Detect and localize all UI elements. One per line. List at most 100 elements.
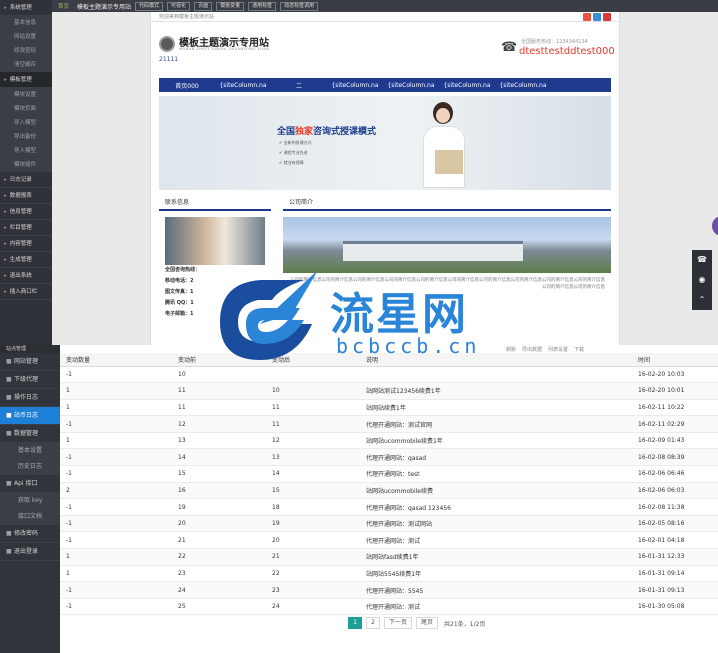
toolbar-button[interactable]: 页面 — [194, 1, 213, 11]
top-sidebar-item[interactable]: 基本信息 — [0, 16, 52, 30]
table-cell: 代理开通网站：测试网站 — [360, 515, 632, 533]
toolbar-button[interactable]: 可视化 — [167, 1, 191, 11]
top-sidebar-group[interactable]: ▸ 退出系统 — [0, 268, 52, 284]
table-row[interactable]: 1 11 10 站网站测试123456续费1年 16-02-20 10:01 — [60, 382, 718, 400]
table-row[interactable]: -1 20 19 代理开通网站：测试网站 16-02-05 08:16 — [60, 515, 718, 533]
export-button[interactable]: 导出数据 — [522, 346, 542, 353]
chevron-icon: ▸ — [4, 225, 7, 231]
top-sidebar-item[interactable]: 导出备份 — [0, 130, 52, 144]
table-cell: 19 — [172, 498, 266, 516]
sidebar-subitem[interactable]: 接口文档 — [0, 509, 60, 525]
sidebar-item[interactable]: ■ 修改密码 — [0, 525, 60, 543]
top-sidebar-item[interactable]: 清空缓存 — [0, 58, 52, 72]
sidebar-item[interactable]: ■ 退出登录 — [0, 543, 60, 561]
next-page-button[interactable]: 下一页 — [384, 617, 413, 629]
sidebar-item[interactable]: ■ 网站管理 — [0, 353, 60, 371]
top-sidebar-group[interactable]: ▸ 生成管理 — [0, 252, 52, 268]
table-cell: 代理开通网站：测试 — [360, 598, 632, 616]
table-row[interactable]: 1 23 22 站网站5545续费1年 16-01-31 09:14 — [60, 565, 718, 583]
top-sidebar-item[interactable]: 模块页面 — [0, 102, 52, 116]
table-cell: 19 — [266, 515, 360, 533]
top-sidebar-item[interactable]: 网站设置 — [0, 30, 52, 44]
top-sidebar-group[interactable]: ▸ 内容管理 — [0, 236, 52, 252]
top-toolbar: 首页 模板主题演示专用站 代码模式 可视化 页面 模板变量 通用标签 动态标签调… — [52, 0, 718, 12]
table-cell: 16-02-01 04:18 — [632, 531, 718, 550]
column-settings-button[interactable]: 列表设置 — [548, 346, 568, 353]
table-cell: 22 — [172, 548, 266, 566]
qq-icon[interactable] — [593, 12, 601, 21]
top-sidebar-item[interactable]: 导入模型 — [0, 116, 52, 130]
table-row[interactable]: 1 22 21 站网站fasd续费1年 16-01-31 12:33 — [60, 548, 718, 566]
table-cell: 16-02-09 01:43 — [632, 432, 718, 450]
weibo-icon[interactable] — [583, 12, 591, 21]
table-row[interactable]: -1 15 14 代理开通网站：test 16-02-06 06:46 — [60, 465, 718, 483]
page-button-current[interactable]: 1 — [348, 617, 362, 629]
toolbar-button[interactable]: 模板变量 — [216, 1, 245, 11]
page-button[interactable]: 2 — [366, 617, 380, 629]
sidebar-subitem[interactable]: 历史日志 — [0, 459, 60, 475]
sidebar-item[interactable]: ■ 下级代理 — [0, 371, 60, 389]
top-sidebar-group[interactable]: ▸ 模板管理 — [0, 72, 52, 88]
table-cell: 21 — [266, 548, 360, 566]
download-button[interactable]: 下载 — [574, 346, 584, 353]
site-logo-subtitle: MOBAN ZHUTI YANSHI ZHUANYONG ZHAN — [179, 47, 270, 51]
top-sidebar-group[interactable]: ▸ 插入商口栏 — [0, 284, 52, 300]
toolbar-button[interactable]: 代码模式 — [135, 1, 164, 11]
table-row[interactable]: -1 25 24 代理开通网站：测试 16-01-30 05:08 — [60, 598, 718, 616]
table-header[interactable]: 时间 — [632, 353, 718, 367]
table-row[interactable]: -1 19 18 代理开通网站：qasad 123456 16-02-08 11:38 — [60, 498, 718, 516]
last-page-button[interactable]: 尾页 — [416, 617, 439, 629]
table-cell: 13 — [266, 448, 360, 467]
top-sidebar-group[interactable]: ▸ 数据报表 — [0, 188, 52, 204]
table-row[interactable]: 1 13 12 站网站ucommobile续费1年 16-02-09 01:43 — [60, 432, 718, 450]
table-row[interactable]: -1 24 23 代理开通网站：5545 16-01-31 09:13 — [60, 581, 718, 599]
toolbar-home-link[interactable]: 首页 — [58, 2, 69, 10]
top-sidebar-group[interactable]: ▸ 信息管理 — [0, 204, 52, 220]
table-cell: 16-02-20 10:03 — [632, 366, 718, 384]
mail-icon[interactable] — [603, 12, 611, 21]
table-row[interactable]: 2 16 15 站网站ucommobile续费 16-02-06 06:03 — [60, 482, 718, 500]
sidebar-subitem[interactable]: 基本设置 — [0, 443, 60, 459]
site-nav-item[interactable]: {siteColumn.na — [215, 82, 271, 89]
table-row[interactable]: -1 21 20 代理开通网站：测试 16-02-01 04:18 — [60, 531, 718, 550]
top-sidebar-item[interactable]: 导入模型 — [0, 144, 52, 158]
top-sidebar-item[interactable]: 模块设置 — [0, 88, 52, 102]
site-nav-item[interactable]: 二 — [271, 81, 327, 90]
table-row[interactable]: 1 11 11 站网站续费1年 16-02-11 10:22 — [60, 399, 718, 417]
chevron-icon: ▸ — [4, 257, 7, 263]
site-nav-item[interactable]: {siteColumn.na — [439, 82, 495, 89]
sidebar-item[interactable]: ■ 操作日志 — [0, 389, 60, 407]
table-row[interactable]: -1 10 16-02-20 10:03 — [60, 366, 718, 384]
top-sidebar-item[interactable]: 修改密码 — [0, 44, 52, 58]
site-nav-item[interactable]: {siteColumn.na — [383, 82, 439, 89]
sidebar-subitem[interactable]: 获取 key — [0, 493, 60, 509]
contact-panel-title: 联系信息 — [159, 197, 271, 211]
table-cell: 代理开通网站：5545 — [360, 581, 632, 599]
qq-float-icon[interactable]: ◉ — [692, 270, 712, 290]
sidebar-item[interactable]: ■ Api 接口 — [0, 475, 60, 493]
table-cell: 16-01-31 09:14 — [632, 565, 718, 583]
top-sidebar-group[interactable]: ▸ 日志记录 — [0, 172, 52, 188]
table-row[interactable]: -1 12 11 代理开通网站：测试官网 16-02-11 02:29 — [60, 415, 718, 433]
table-cell: 10 — [172, 366, 266, 384]
sidebar-item-label: 数据管理 — [14, 430, 39, 437]
side-handle-icon[interactable] — [712, 216, 718, 236]
table-row[interactable]: -1 14 13 代理开通网站：qasad 16-02-08 08:39 — [60, 448, 718, 467]
table-cell: 代理开通网站：测试 — [360, 531, 632, 550]
top-sidebar-item[interactable]: 模块插件 — [0, 158, 52, 172]
top-sidebar-group[interactable]: ▸ 栏目管理 — [0, 220, 52, 236]
sidebar-item[interactable]: ■ 数据管理 — [0, 425, 60, 443]
table-header[interactable]: 变动数量 — [60, 353, 172, 367]
top-sidebar-group[interactable]: ▸ 系统管理 — [0, 0, 52, 16]
table-cell: 1 — [60, 399, 172, 417]
top-sidebar-group-label: 内容管理 — [9, 241, 32, 247]
site-nav-item[interactable]: {siteColumn.na — [327, 82, 383, 89]
site-nav-item[interactable]: {siteColumn.na — [495, 82, 551, 89]
sidebar-item[interactable]: ■ 站币日志 — [0, 407, 60, 425]
back-to-top-icon[interactable]: ⌃ — [692, 290, 712, 310]
toolbar-button[interactable]: 通用标签 — [248, 1, 277, 11]
coin-log-table: 变动数量 变动前 变动后 说明 时间 -1 10 16-02-20 10:03 1 11… — [60, 353, 718, 616]
phone-float-icon[interactable]: ☎ — [692, 250, 712, 270]
toolbar-button[interactable]: 动态标签调用 — [280, 1, 319, 11]
site-nav-item[interactable]: 首页000 — [159, 81, 215, 90]
